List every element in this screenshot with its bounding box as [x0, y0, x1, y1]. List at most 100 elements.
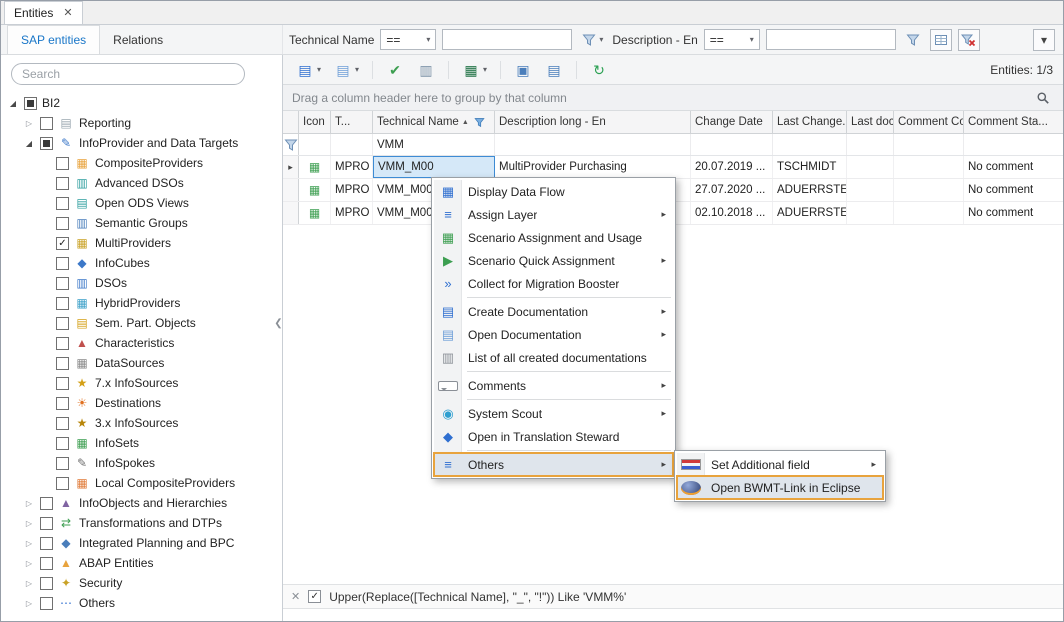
tree-item-7-x-infosources[interactable]: ★7.x InfoSources [1, 373, 282, 393]
tree-item-infocubes[interactable]: ◆InfoCubes [1, 253, 282, 273]
export-button[interactable]: ▦ [459, 58, 490, 82]
menu-item-scenario-assignment-and-usage[interactable]: ▦Scenario Assignment and Usage [434, 226, 673, 249]
grid-options-button[interactable]: ▾ [1033, 29, 1055, 51]
close-icon[interactable] [63, 8, 72, 19]
tree-item-checkbox[interactable] [56, 157, 69, 170]
tab-entities[interactable]: Entities [4, 1, 83, 24]
column-header-last-change[interactable]: Last Change... [773, 111, 847, 133]
table-row[interactable]: ▸▦MPROVMM_M00MultiProvider Purchasing20.… [283, 156, 1063, 179]
tree-item-3-x-infosources[interactable]: ★3.x InfoSources [1, 413, 282, 433]
filter-cell-last-change[interactable] [773, 134, 847, 155]
tree-item-advanced-dsos[interactable]: ▥Advanced DSOs [1, 173, 282, 193]
filter-cell-comment-co[interactable] [894, 134, 964, 155]
description-filter-menu-button[interactable] [902, 29, 924, 51]
tree-item-datasources[interactable]: ▦DataSources [1, 353, 282, 373]
filter-cell-description-long-en[interactable] [495, 134, 691, 155]
filter-editor-button[interactable] [930, 29, 952, 51]
tree-item-checkbox[interactable] [56, 297, 69, 310]
group-by-bar[interactable]: Drag a column header here to group by th… [283, 85, 1063, 111]
cell-t[interactable]: MPRO [331, 179, 373, 201]
cell-t[interactable]: MPRO [331, 156, 373, 178]
tree-item-checkbox[interactable]: ✓ [56, 237, 69, 250]
tree-item-checkbox[interactable] [56, 397, 69, 410]
tree-item-checkbox[interactable] [56, 197, 69, 210]
tree-item-checkbox[interactable] [56, 337, 69, 350]
tree-item-infoobjects-and-hierarchies[interactable]: ▷▲InfoObjects and Hierarchies [1, 493, 282, 513]
database-button[interactable]: ▥ [414, 58, 438, 82]
tree-item-checkbox[interactable] [40, 557, 53, 570]
tree-item-characteristics[interactable]: ▲Characteristics [1, 333, 282, 353]
copy-grid-button[interactable]: ▣ [511, 58, 535, 82]
expand-arrow-icon[interactable]: ▷ [23, 119, 35, 128]
column-header-comment-co[interactable]: Comment Co... [894, 111, 964, 133]
column-header-technical-name[interactable]: Technical Name [373, 111, 495, 133]
tab-sap-entities[interactable]: SAP entities [7, 25, 100, 54]
filter-expression[interactable]: Upper(Replace([Technical Name], "_", "!"… [329, 590, 626, 604]
tree-item-checkbox[interactable] [56, 457, 69, 470]
cell-comment-sta[interactable]: No comment [964, 179, 1063, 201]
menu-item-set-additional-field[interactable]: Set Additional field [677, 453, 883, 476]
tree-item-checkbox[interactable] [56, 257, 69, 270]
cell-last-change[interactable]: ADUERRSTEIN [773, 202, 847, 224]
tab-relations[interactable]: Relations [100, 25, 176, 54]
sidebar-collapse-button[interactable]: ❮ [273, 311, 284, 335]
filter-cell-last-doc[interactable] [847, 134, 894, 155]
cell-description-long-en[interactable]: MultiProvider Purchasing [495, 156, 691, 178]
expand-arrow-icon[interactable]: ▷ [23, 599, 35, 608]
tree-item-local-compositeproviders[interactable]: ▦Local CompositeProviders [1, 473, 282, 493]
technical-name-filter-menu-button[interactable] [578, 29, 606, 51]
cell-comment-sta[interactable]: No comment [964, 202, 1063, 224]
tree-item-reporting[interactable]: ▷▤Reporting [1, 113, 282, 133]
create-documentation-button[interactable]: ▤ [293, 58, 324, 82]
tree-item-abap-entities[interactable]: ▷▲ABAP Entities [1, 553, 282, 573]
tree-item-checkbox[interactable] [24, 97, 37, 110]
filter-cell-comment-sta[interactable] [964, 134, 1063, 155]
filter-cell-icon[interactable] [299, 134, 331, 155]
cell-comment-co[interactable] [894, 179, 964, 201]
open-documentation-button[interactable]: ▤ [331, 58, 362, 82]
cell-last-change[interactable]: TSCHMIDT [773, 156, 847, 178]
tree-item-checkbox[interactable] [40, 137, 53, 150]
tree-item-dsos[interactable]: ▥DSOs [1, 273, 282, 293]
tree-item-checkbox[interactable] [40, 597, 53, 610]
menu-item-collect-for-migration-booster[interactable]: »Collect for Migration Booster [434, 272, 673, 295]
cell-icon[interactable]: ▦ [299, 202, 331, 224]
tree-item-infoprovider-and-data-targets[interactable]: ◢✎InfoProvider and Data Targets [1, 133, 282, 153]
expand-arrow-icon[interactable]: ▷ [23, 499, 35, 508]
column-header-change-date[interactable]: Change Date [691, 111, 773, 133]
tree-item-security[interactable]: ▷✦Security [1, 573, 282, 593]
menu-item-display-data-flow[interactable]: ▦Display Data Flow [434, 180, 673, 203]
menu-item-open-documentation[interactable]: ▤Open Documentation [434, 323, 673, 346]
cell-comment-co[interactable] [894, 202, 964, 224]
tree-item-checkbox[interactable] [56, 317, 69, 330]
filter-cell-t[interactable] [331, 134, 373, 155]
cell-technical-name[interactable]: VMM_M00 [373, 156, 495, 178]
tree-item-semantic-groups[interactable]: ▥Semantic Groups [1, 213, 282, 233]
cell-comment-co[interactable] [894, 156, 964, 178]
expand-arrow-icon[interactable]: ▷ [23, 579, 35, 588]
cell-last-doc[interactable] [847, 156, 894, 178]
tree-item-integrated-planning-and-bpc[interactable]: ▷◆Integrated Planning and BPC [1, 533, 282, 553]
tree-item-bi2[interactable]: ◢BI2 [1, 93, 282, 113]
menu-item-list-of-all-created-documentations[interactable]: ▥List of all created documentations [434, 346, 673, 369]
cell-last-doc[interactable] [847, 202, 894, 224]
menu-item-open-bwmt-link-in-eclipse[interactable]: Open BWMT-Link in Eclipse [677, 476, 883, 499]
cell-change-date[interactable]: 20.07.2019 ... [691, 156, 773, 178]
collapse-arrow-icon[interactable]: ◢ [23, 139, 35, 148]
cell-change-date[interactable]: 02.10.2018 ... [691, 202, 773, 224]
technical-name-filter-input[interactable] [442, 29, 572, 50]
tree-item-checkbox[interactable] [40, 497, 53, 510]
tree-item-checkbox[interactable] [56, 437, 69, 450]
menu-item-create-documentation[interactable]: ▤Create Documentation [434, 300, 673, 323]
cell-change-date[interactable]: 27.07.2020 ... [691, 179, 773, 201]
filter-enabled-checkbox[interactable] [308, 590, 321, 603]
tree-item-checkbox[interactable] [56, 377, 69, 390]
tree-item-hybridproviders[interactable]: ▦HybridProviders [1, 293, 282, 313]
tree-item-sem-part-objects[interactable]: ▤Sem. Part. Objects [1, 313, 282, 333]
tree-item-checkbox[interactable] [56, 177, 69, 190]
column-header-icon[interactable]: Icon [299, 111, 331, 133]
cell-last-change[interactable]: ADUERRSTEIN [773, 179, 847, 201]
tree-item-checkbox[interactable] [56, 417, 69, 430]
tree-item-checkbox[interactable] [56, 217, 69, 230]
filter-cell-change-date[interactable] [691, 134, 773, 155]
